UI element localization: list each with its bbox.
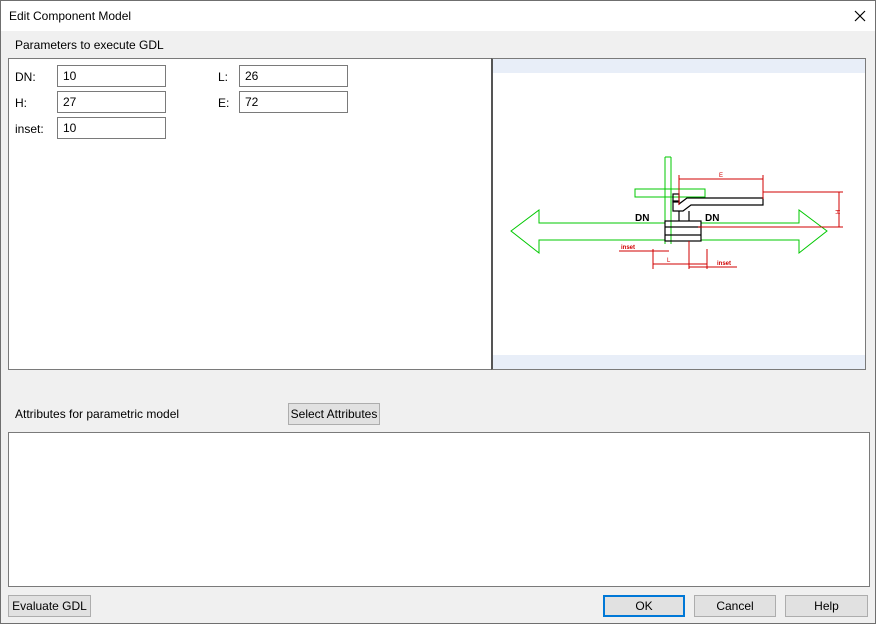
model-preview-panel: DN DN E H L inset inset [491,58,866,370]
valve-body [664,220,702,242]
l-input[interactable] [239,65,348,87]
close-icon [854,10,866,22]
h-label: H: [15,96,27,110]
l-label: L: [218,70,229,84]
right-connection-arrow [700,209,828,255]
edit-component-model-dialog: Edit Component Model Parameters to execu… [0,0,876,624]
inset-label: inset: [15,122,44,136]
valve-handle [672,197,764,212]
parameters-heading: Parameters to execute GDL [15,38,164,52]
title-bar: Edit Component Model [1,1,875,31]
window-title: Edit Component Model [9,9,132,23]
valve-drawing: DN DN E H L inset inset [510,156,843,269]
inset-left-label: inset [621,245,635,251]
ok-button[interactable]: OK [603,595,685,617]
parameters-panel: DN: H: inset: L: E: [8,58,492,370]
dn-label: DN: [15,70,36,84]
e-dim-label: E [719,173,723,179]
dn-left-label: DN [635,213,649,224]
evaluate-gdl-button[interactable]: Evaluate GDL [8,595,91,617]
inset-input[interactable] [57,117,166,139]
h-input[interactable] [57,91,166,113]
inset-right-label: inset [717,261,731,267]
close-button[interactable] [845,1,875,31]
attributes-panel[interactable] [8,432,870,587]
attributes-heading: Attributes for parametric model [15,407,180,421]
l-dim-label: L [667,258,671,264]
handle-outline [634,188,706,198]
cancel-button[interactable]: Cancel [694,595,776,617]
help-button[interactable]: Help [785,595,868,617]
dn-right-label: DN [705,213,719,224]
h-dim-label: H [836,210,842,214]
select-attributes-button[interactable]: Select Attributes [288,403,380,425]
e-label: E: [218,96,230,110]
e-input[interactable] [239,91,348,113]
dn-input[interactable] [57,65,166,87]
